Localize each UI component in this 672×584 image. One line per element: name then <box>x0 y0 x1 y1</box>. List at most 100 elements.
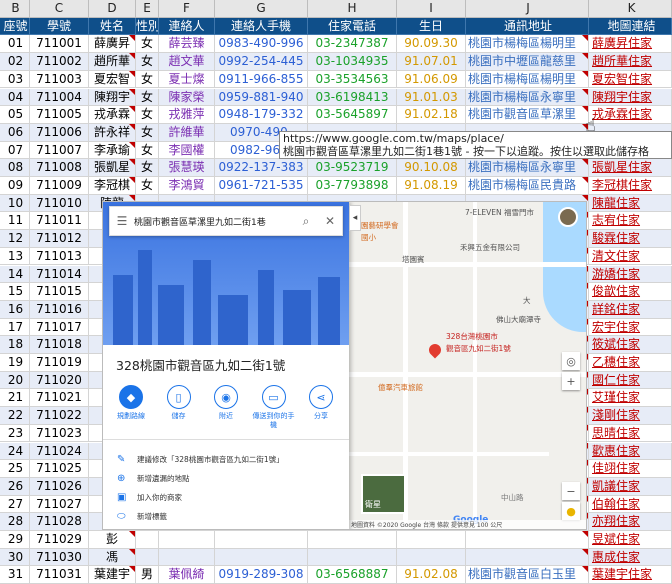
column-letter[interactable]: C <box>30 0 89 18</box>
table-cell-gender[interactable]: 女 <box>136 123 159 142</box>
table-cell-id[interactable]: 711007 <box>30 141 89 160</box>
table-cell-seat[interactable]: 17 <box>0 318 30 337</box>
table-header-cell[interactable]: 學號 <box>30 17 89 36</box>
table-cell-seat[interactable]: 19 <box>0 354 30 372</box>
table-cell-seat[interactable]: 09 <box>0 177 30 195</box>
pegman-icon[interactable]: ● <box>562 502 580 520</box>
table-cell-bday[interactable]: 91.01.03 <box>397 88 466 107</box>
table-cell-gender[interactable]: 女 <box>136 88 159 107</box>
table-cell-map[interactable]: 伯翰住家 <box>589 495 672 514</box>
table-cell-seat[interactable]: 29 <box>0 531 30 549</box>
table-cell-seat[interactable]: 27 <box>0 495 30 514</box>
table-cell-seat[interactable]: 06 <box>0 123 30 142</box>
table-cell-home[interactable] <box>308 531 397 549</box>
table-cell-name[interactable]: 戎承霖 <box>89 106 136 124</box>
share-button[interactable]: ⋖ 分享 <box>299 385 343 430</box>
table-cell-bday[interactable]: 91.02.08 <box>397 566 466 584</box>
table-cell-id[interactable]: 711024 <box>30 442 89 461</box>
table-cell-home[interactable]: 03-6198413 <box>308 88 397 107</box>
avatar[interactable] <box>558 207 578 227</box>
table-cell-seat[interactable]: 07 <box>0 141 30 160</box>
table-cell-seat[interactable]: 13 <box>0 247 30 266</box>
table-cell-seat[interactable]: 28 <box>0 513 30 531</box>
table-header-cell[interactable]: 通訊地址 <box>466 17 589 36</box>
table-cell-id[interactable]: 711021 <box>30 389 89 408</box>
table-cell-id[interactable]: 711025 <box>30 460 89 478</box>
table-cell-addr[interactable]: 桃園市楊梅區民貴路 <box>466 177 589 195</box>
map-label[interactable]: 7-ELEVEN 福雪門市 <box>465 207 534 218</box>
table-cell-name[interactable]: 許永祥 <box>89 123 136 142</box>
table-header-cell[interactable]: 姓名 <box>89 17 136 36</box>
table-cell-seat[interactable]: 16 <box>0 300 30 319</box>
add-label-item[interactable]: ⬭ 新增標籤 <box>117 511 167 522</box>
table-cell-map[interactable]: 薛廣昇住家 <box>589 35 672 54</box>
table-cell-seat[interactable]: 04 <box>0 88 30 107</box>
table-cell-gender[interactable] <box>136 531 159 549</box>
table-cell-seat[interactable]: 05 <box>0 106 30 124</box>
my-location-icon[interactable]: ◎ <box>562 352 580 370</box>
table-cell-addr[interactable]: 桃園市楊梅區永寧里 <box>466 159 589 177</box>
table-cell-gender[interactable]: 男 <box>136 566 159 584</box>
search-icon[interactable]: ⌕ <box>294 209 318 233</box>
table-cell-addr[interactable] <box>466 531 589 549</box>
table-cell-addr[interactable]: 桃園市楊梅區楊明里 <box>466 35 589 54</box>
table-cell-map[interactable]: 夏宏智住家 <box>589 70 672 89</box>
map-label[interactable]: 佛山大廟潭寺 <box>496 314 541 325</box>
table-cell-id[interactable]: 711019 <box>30 354 89 372</box>
satellite-toggle[interactable]: 衛星 <box>361 474 406 514</box>
table-cell-map[interactable]: 俊歆住家 <box>589 283 672 301</box>
table-cell-contact[interactable]: 張慧瑛 <box>159 159 215 177</box>
table-cell-map[interactable]: 陳翔宇住家 <box>589 88 672 107</box>
table-header-cell[interactable]: 生日 <box>397 17 466 36</box>
table-cell-seat[interactable]: 12 <box>0 230 30 248</box>
table-cell-home[interactable]: 03-1034935 <box>308 53 397 71</box>
table-cell-gender[interactable]: 女 <box>136 159 159 177</box>
table-cell-mobile[interactable]: 0992-254-445 <box>215 53 308 71</box>
table-cell-contact[interactable]: 夏士燦 <box>159 70 215 89</box>
table-cell-id[interactable]: 711016 <box>30 300 89 319</box>
table-cell-home[interactable]: 03-7793898 <box>308 177 397 195</box>
table-cell-name[interactable]: 夏宏智 <box>89 70 136 89</box>
table-cell-id[interactable]: 711018 <box>30 336 89 354</box>
table-cell-gender[interactable]: 女 <box>136 53 159 71</box>
table-cell-bday[interactable]: 91.07.01 <box>397 53 466 71</box>
table-cell-id[interactable]: 711028 <box>30 513 89 531</box>
column-letter[interactable]: G <box>215 0 308 18</box>
table-cell-id[interactable]: 711003 <box>30 70 89 89</box>
table-cell-map[interactable]: 歡惠住家 <box>589 442 672 461</box>
table-cell-contact[interactable]: 戎雅萍 <box>159 106 215 124</box>
table-cell-gender[interactable]: 女 <box>136 141 159 160</box>
table-cell-map[interactable]: 戎承霖住家 <box>589 106 672 124</box>
table-cell-seat[interactable]: 20 <box>0 371 30 390</box>
table-cell-seat[interactable]: 11 <box>0 212 30 231</box>
zoom-in-button[interactable]: + <box>562 372 580 390</box>
table-cell-id[interactable]: 711006 <box>30 123 89 142</box>
table-cell-id[interactable]: 711026 <box>30 477 89 496</box>
table-cell-gender[interactable]: 女 <box>136 106 159 124</box>
table-cell-bday[interactable]: 91.08.19 <box>397 177 466 195</box>
column-letter[interactable]: K <box>589 0 672 18</box>
table-cell-contact[interactable] <box>159 531 215 549</box>
table-cell-map[interactable]: 李冠棋住家 <box>589 177 672 195</box>
table-cell-map[interactable]: 駿霖住家 <box>589 230 672 248</box>
table-cell-map[interactable]: 佳翊住家 <box>589 460 672 478</box>
table-cell-mobile[interactable]: 0948-179-332 <box>215 106 308 124</box>
table-cell-seat[interactable]: 24 <box>0 442 30 461</box>
directions-button[interactable]: ◆ 規劃路線 <box>109 385 153 430</box>
table-header-cell[interactable]: 地圖連結 <box>589 17 672 36</box>
table-cell-id[interactable]: 711014 <box>30 265 89 284</box>
table-cell-id[interactable]: 711010 <box>30 194 89 213</box>
table-cell-seat[interactable]: 14 <box>0 265 30 284</box>
table-cell-gender[interactable]: 女 <box>136 177 159 195</box>
map-label[interactable]: 園藝研學會 <box>361 220 399 231</box>
table-cell-seat[interactable]: 26 <box>0 477 30 496</box>
table-cell-name[interactable]: 陳翔宇 <box>89 88 136 107</box>
table-cell-id[interactable]: 711015 <box>30 283 89 301</box>
table-header-cell[interactable]: 性別 <box>136 17 159 36</box>
table-cell-seat[interactable]: 18 <box>0 336 30 354</box>
table-cell-gender[interactable]: 女 <box>136 35 159 54</box>
table-cell-bday[interactable] <box>397 531 466 549</box>
table-cell-contact[interactable]: 薛芸臻 <box>159 35 215 54</box>
table-cell-name[interactable]: 李冠棋 <box>89 177 136 195</box>
map-label[interactable]: 億羣汽車旅館 <box>378 382 423 393</box>
